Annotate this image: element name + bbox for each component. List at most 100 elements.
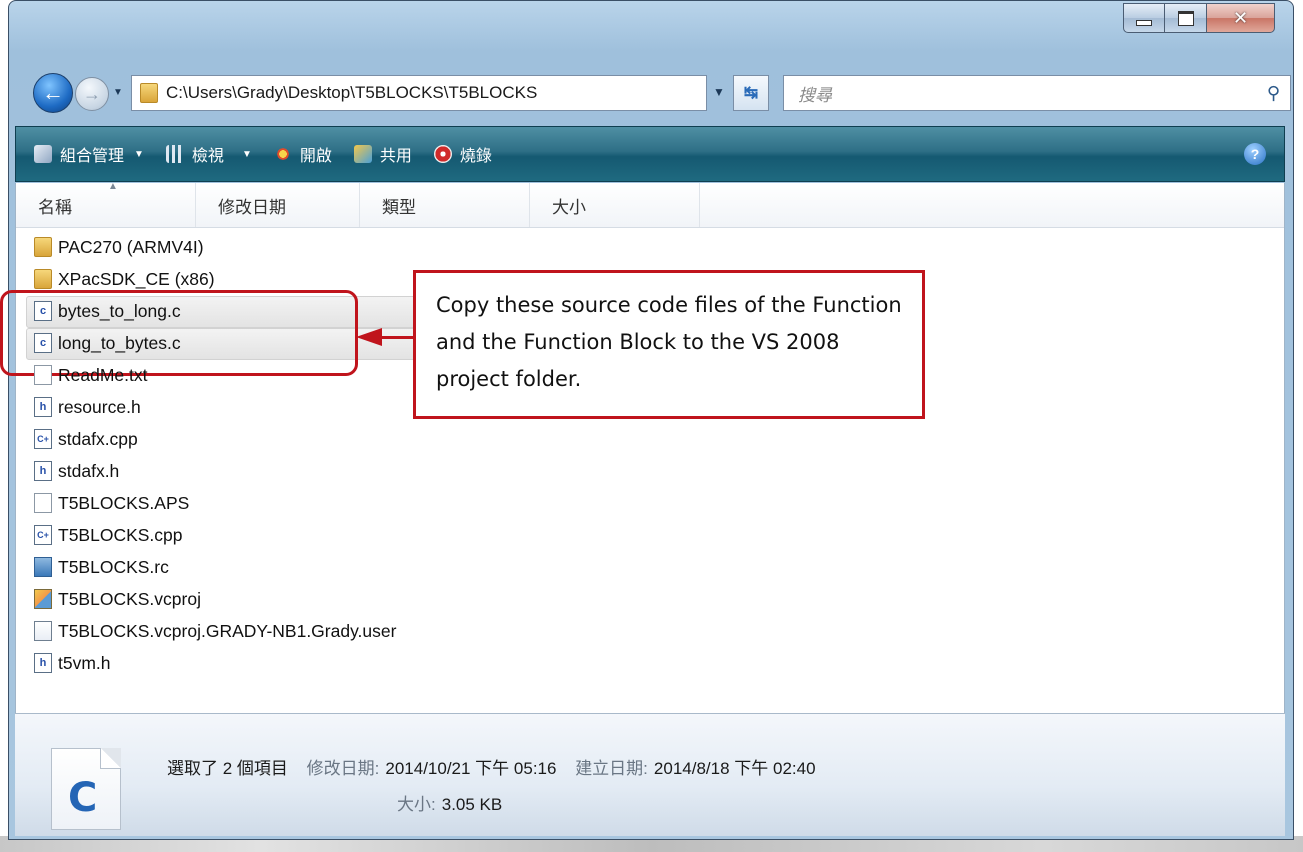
c-file-icon: c xyxy=(34,333,52,353)
search-placeholder: 搜尋 xyxy=(798,85,832,105)
open-label: 開啟 xyxy=(299,148,332,165)
open-button[interactable]: 開啟 xyxy=(273,142,332,166)
share-button[interactable]: 共用 xyxy=(353,142,412,166)
size-label: 大小: xyxy=(397,795,436,814)
file-list-pane: 名稱 ▲ 修改日期 類型 大小 PAC270 (ARMV4I) XPacSDK_… xyxy=(15,181,1285,713)
file-name: T5BLOCKS.APS xyxy=(58,492,190,513)
search-box[interactable]: 搜尋 ⚲ xyxy=(783,75,1291,111)
burn-button[interactable]: 燒錄 xyxy=(433,142,492,166)
chevron-down-icon: ▼ xyxy=(134,148,144,160)
cpp-file-icon: C+ xyxy=(34,429,52,449)
c-file-large-icon: C xyxy=(68,775,98,821)
created-label: 建立日期: xyxy=(575,759,648,778)
back-arrow-icon: ← xyxy=(42,80,64,105)
close-button[interactable]: ✕ xyxy=(1207,3,1275,33)
resource-file-icon xyxy=(34,557,52,577)
command-toolbar: 組合管理 ▼ 檢視 ▼ 開啟 共用 燒錄 ? xyxy=(15,126,1285,182)
address-path[interactable]: C:\Users\Grady\Desktop\T5BLOCKS\T5BLOCKS xyxy=(166,83,537,103)
organize-label: 組合管理 xyxy=(60,148,125,165)
list-item[interactable]: T5BLOCKS.rc xyxy=(34,551,396,583)
file-name: stdafx.h xyxy=(58,460,120,481)
column-name-label: 名稱 xyxy=(38,197,72,217)
views-menu[interactable]: 檢視 ▼ xyxy=(165,142,252,166)
open-icon xyxy=(273,145,292,163)
forward-button[interactable]: → xyxy=(75,77,109,111)
address-dropdown[interactable]: ▼ xyxy=(713,85,725,99)
header-file-icon: h xyxy=(34,461,52,481)
column-type[interactable]: 類型 xyxy=(360,183,530,227)
column-name[interactable]: 名稱 ▲ xyxy=(16,181,196,227)
modified-label: 修改日期: xyxy=(306,759,380,778)
list-item[interactable]: T5BLOCKS.vcproj.GRADY-NB1.Grady.user xyxy=(34,615,396,647)
project-file-icon xyxy=(34,589,52,609)
column-type-label: 類型 xyxy=(382,197,416,217)
list-item[interactable]: h stdafx.h xyxy=(34,455,396,487)
recent-pages-dropdown[interactable]: ▼ xyxy=(113,87,123,98)
file-name: long_to_bytes.c xyxy=(58,332,181,353)
details-line-2: 大小: 3.05 KB xyxy=(397,790,502,815)
callout-note: Copy these source code files of the Func… xyxy=(413,270,925,419)
file-name: T5BLOCKS.rc xyxy=(58,556,169,577)
share-icon xyxy=(353,145,372,163)
file-name: resource.h xyxy=(58,396,141,417)
column-headers: 名稱 ▲ 修改日期 類型 大小 xyxy=(16,181,1284,228)
callout-arrow-head xyxy=(356,328,382,346)
file-name: T5BLOCKS.vcproj.GRADY-NB1.Grady.user xyxy=(58,620,397,641)
file-name: PAC270 (ARMV4I) xyxy=(58,236,204,257)
file-name: T5BLOCKS.cpp xyxy=(58,524,183,545)
explorer-window: ✕ ← → ▼ C:\Users\Grady\Desktop\T5BLOCKS\… xyxy=(8,0,1294,840)
list-item[interactable]: T5BLOCKS.vcproj xyxy=(34,583,396,615)
file-name: T5BLOCKS.vcproj xyxy=(58,588,201,609)
header-file-icon: h xyxy=(34,653,52,673)
list-item[interactable]: C+ stdafx.cpp xyxy=(34,423,396,455)
file-name: t5vm.h xyxy=(58,652,111,673)
organize-icon xyxy=(34,145,52,163)
file-name: stdafx.cpp xyxy=(58,428,138,449)
minimize-icon xyxy=(1136,20,1152,26)
list-item[interactable]: h t5vm.h xyxy=(34,647,396,679)
list-item[interactable]: C+ T5BLOCKS.cpp xyxy=(34,519,396,551)
modified-value: 2014/10/21 下午 05:16 xyxy=(385,759,557,778)
details-line-1: 選取了 2 個項目 修改日期: 2014/10/21 下午 05:16 建立日期:… xyxy=(167,754,816,779)
header-file-icon: h xyxy=(34,397,52,417)
address-bar[interactable]: C:\Users\Grady\Desktop\T5BLOCKS\T5BLOCKS xyxy=(131,75,707,111)
file-name: XPacSDK_CE (x86) xyxy=(58,268,215,289)
share-label: 共用 xyxy=(379,148,412,165)
back-button[interactable]: ← xyxy=(33,73,73,113)
organize-menu[interactable]: 組合管理 ▼ xyxy=(34,142,144,166)
list-item[interactable]: T5BLOCKS.APS xyxy=(34,487,396,519)
column-size[interactable]: 大小 xyxy=(530,183,700,227)
views-label: 檢視 xyxy=(191,148,224,165)
help-button[interactable]: ? xyxy=(1244,143,1266,165)
search-icon[interactable]: ⚲ xyxy=(1267,83,1280,104)
close-icon: ✕ xyxy=(1232,7,1249,29)
file-name: bytes_to_long.c xyxy=(58,300,181,321)
list-item[interactable]: PAC270 (ARMV4I) xyxy=(34,231,396,263)
help-icon: ? xyxy=(1250,146,1260,162)
maximize-button[interactable] xyxy=(1165,3,1207,33)
list-item[interactable]: h resource.h xyxy=(34,391,396,423)
size-value: 3.05 KB xyxy=(441,795,503,814)
forward-arrow-icon: → xyxy=(83,83,101,104)
sort-ascending-icon: ▲ xyxy=(108,181,118,192)
file-name: ReadMe.txt xyxy=(58,364,148,385)
burn-label: 燒錄 xyxy=(459,148,492,165)
user-file-icon xyxy=(34,621,52,641)
selection-count: 選取了 2 個項目 xyxy=(167,759,288,778)
folder-icon xyxy=(140,83,158,103)
column-modified[interactable]: 修改日期 xyxy=(196,183,360,227)
blank-file-icon xyxy=(34,493,52,513)
minimize-button[interactable] xyxy=(1123,3,1165,33)
column-size-label: 大小 xyxy=(552,197,586,217)
maximize-icon xyxy=(1177,10,1194,26)
c-file-icon: c xyxy=(34,301,52,321)
file-thumbnail: C xyxy=(51,748,121,830)
refresh-icon: ↹ xyxy=(743,83,759,102)
refresh-button[interactable]: ↹ xyxy=(733,75,769,111)
created-value: 2014/8/18 下午 02:40 xyxy=(653,759,816,778)
details-pane: C 選取了 2 個項目 修改日期: 2014/10/21 下午 05:16 建立日… xyxy=(15,713,1285,836)
folder-icon xyxy=(34,237,52,257)
text-file-icon xyxy=(34,365,52,385)
callout-arrow-line xyxy=(380,336,414,339)
folder-icon xyxy=(34,269,52,289)
